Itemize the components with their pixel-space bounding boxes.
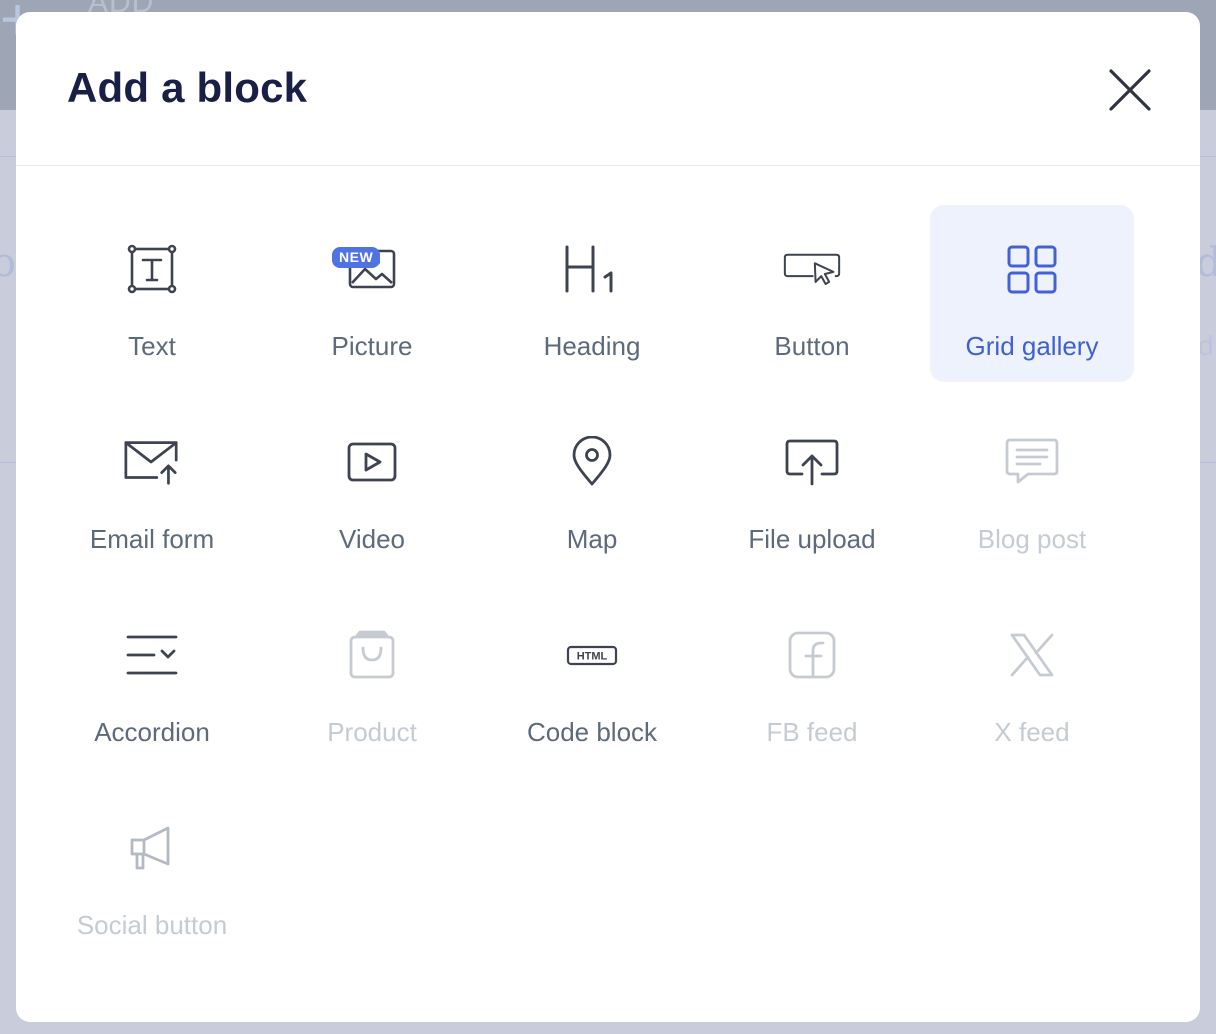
block-label: Map [566,524,618,554]
svg-text:HTML: HTML [577,651,608,663]
block-label: X feed [994,717,1070,747]
file-upload-icon [782,432,842,492]
block-tile-code-block[interactable]: HTML Code block [490,591,694,768]
heading-icon [562,239,622,299]
block-label: Heading [543,331,641,361]
block-tile-button[interactable]: Button [710,205,914,382]
megaphone-icon [122,818,182,878]
block-tile-email-form[interactable]: Email form [50,398,254,575]
background-text-fragment: o [0,240,17,286]
block-tile-grid-gallery[interactable]: Grid gallery [930,205,1134,382]
block-tile-file-upload[interactable]: File upload [710,398,914,575]
block-tile-text[interactable]: Text [50,205,254,382]
facebook-icon [782,625,842,685]
block-label: Code block [526,717,658,747]
button-icon [782,239,842,299]
block-label: Grid gallery [965,331,1099,361]
block-tile-x-feed[interactable]: X feed [930,591,1134,768]
block-label: FB feed [766,717,858,747]
new-badge: NEW [332,247,381,268]
shopping-bag-icon [342,625,402,685]
block-tile-fb-feed[interactable]: FB feed [710,591,914,768]
html-code-icon: HTML [562,625,622,685]
block-tile-heading[interactable]: Heading [490,205,694,382]
block-label: Video [338,524,406,554]
modal-header: Add a block [16,12,1200,166]
block-grid: Text Picture Heading Button Grid gallery… [50,205,1150,961]
accordion-icon [122,625,182,685]
text-icon [122,239,182,299]
x-logo-icon [1002,625,1062,685]
block-tile-accordion[interactable]: Accordion [50,591,254,768]
background-text-fragment: d [1198,330,1214,361]
block-label: Product [327,717,417,747]
block-label: Social button [76,910,228,940]
block-tile-map[interactable]: Map [490,398,694,575]
grid-gallery-icon [1002,239,1062,299]
blog-post-icon [1002,432,1062,492]
block-tile-video[interactable]: Video [270,398,474,575]
block-label: Blog post [977,524,1087,554]
map-pin-icon [562,432,622,492]
block-tile-picture[interactable]: Picture [270,205,474,382]
modal-title: Add a block [67,64,308,111]
block-tile-social-button[interactable]: Social button [50,784,254,961]
block-label: Accordion [94,717,210,747]
block-label: File upload [748,524,876,554]
email-form-icon [122,432,182,492]
block-tile-product[interactable]: Product [270,591,474,768]
block-tile-blog-post[interactable]: Blog post [930,398,1134,575]
block-label: Button [774,331,850,361]
block-label: Picture [331,331,413,361]
block-label: Email form [89,524,215,554]
block-label: Text [128,331,176,361]
close-icon [1109,69,1151,111]
video-icon [342,432,402,492]
close-button[interactable] [1104,64,1156,116]
